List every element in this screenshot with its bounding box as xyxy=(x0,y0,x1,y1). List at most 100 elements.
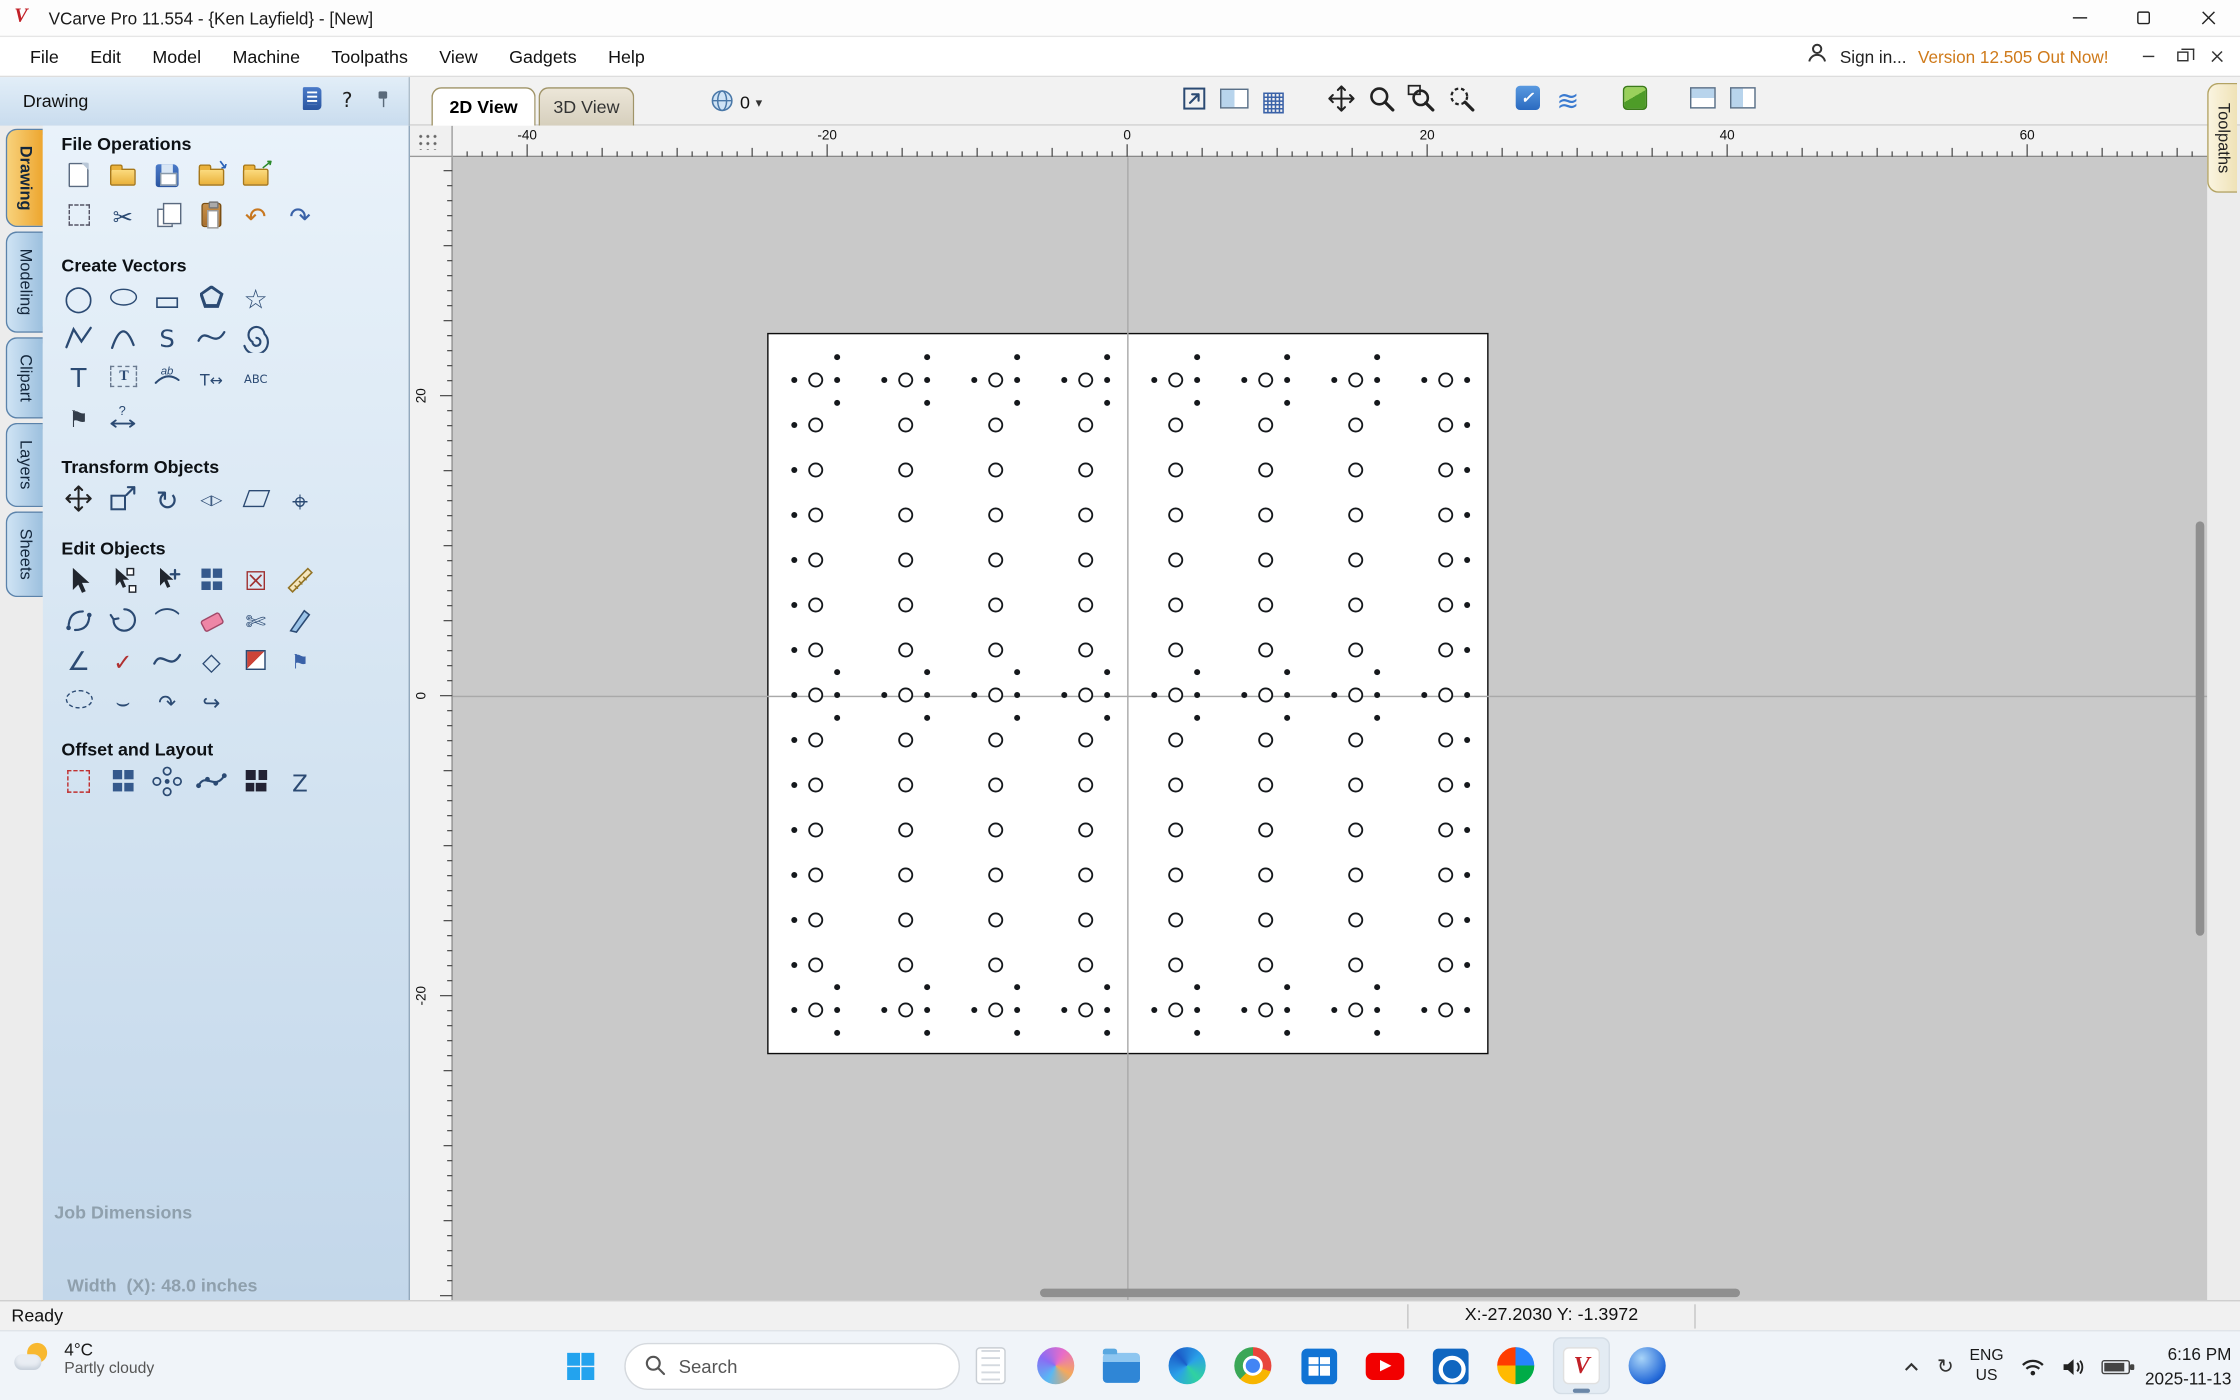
menu-gadgets[interactable]: Gadgets xyxy=(493,37,592,76)
close-button[interactable] xyxy=(2176,0,2240,36)
tool-toggle-3d-view[interactable] xyxy=(1619,84,1652,118)
mdi-minimize-button[interactable] xyxy=(2137,45,2160,68)
tool-lasso-select[interactable] xyxy=(61,686,95,720)
menu-machine[interactable]: Machine xyxy=(217,37,316,76)
tab-toolpaths[interactable]: Toolpaths xyxy=(2207,83,2237,193)
tool-job-setup[interactable] xyxy=(61,201,95,235)
tool-zoom-window[interactable] xyxy=(1404,84,1437,118)
tool-paste[interactable] xyxy=(194,201,228,235)
minimize-button[interactable] xyxy=(2047,0,2111,36)
tool-circular-copy[interactable] xyxy=(150,767,184,801)
tool-fillet-corners[interactable]: ⌒ xyxy=(150,606,184,640)
sidebar-tab-modeling[interactable]: Modeling xyxy=(6,232,43,333)
tool-curve-fit[interactable] xyxy=(150,646,184,680)
tool-angle-tool[interactable]: ∠ xyxy=(61,646,95,680)
tool-interactive-move[interactable] xyxy=(150,566,184,600)
tool-node-editing[interactable] xyxy=(106,566,140,600)
drawing-canvas[interactable] xyxy=(453,157,2207,1300)
taskbar-clock[interactable]: 6:16 PM 2025-11-13 xyxy=(2145,1343,2231,1389)
tool-dimensions[interactable]: ? xyxy=(106,403,140,437)
tool-export-vectors[interactable] xyxy=(239,161,273,195)
sidebar-tab-layers[interactable]: Layers xyxy=(6,423,43,507)
tool-snap-toggle[interactable] xyxy=(1511,84,1544,118)
tray-chevron-icon[interactable] xyxy=(1901,1356,1921,1376)
taskbar-edge[interactable] xyxy=(1159,1337,1216,1394)
tool-multi-sheet-view[interactable] xyxy=(1217,84,1250,118)
tool-import-vectors[interactable] xyxy=(194,161,228,195)
tool-draw-polygon[interactable] xyxy=(194,283,228,317)
tool-zoom-drawing[interactable] xyxy=(1177,84,1210,118)
tool-tile-vertical[interactable] xyxy=(1726,84,1759,118)
tool-guides-toggle[interactable]: ≋ xyxy=(1551,84,1584,118)
tool-draw-polyline[interactable] xyxy=(61,323,95,357)
tool-measure-objects[interactable] xyxy=(283,566,317,600)
mdi-close-button[interactable] xyxy=(2206,45,2229,68)
tool-open-file[interactable] xyxy=(106,161,140,195)
taskbar-youtube[interactable] xyxy=(1356,1337,1413,1394)
sheet-selector[interactable]: 0 ▾ xyxy=(710,87,762,118)
tool-save-file[interactable] xyxy=(150,161,184,195)
sidebar-tab-drawing[interactable]: Drawing xyxy=(6,129,43,228)
taskbar-chrome[interactable] xyxy=(1224,1337,1281,1394)
taskbar-outlook[interactable] xyxy=(1421,1337,1478,1394)
tool-mirror-selection[interactable]: ◁▷ xyxy=(194,484,228,518)
tool-redo[interactable]: ↷ xyxy=(283,201,317,235)
tool-close-vectors[interactable] xyxy=(106,606,140,640)
tool-copy-objects[interactable] xyxy=(194,566,228,600)
tool-shape-editor[interactable]: ◇ xyxy=(194,646,228,680)
tool-flag-tool[interactable]: ⚑ xyxy=(283,646,317,680)
tool-text-on-curve[interactable]: ab xyxy=(150,363,184,397)
tool-trace-bitmap[interactable]: ⚑ xyxy=(61,403,95,437)
tool-new-file[interactable] xyxy=(61,161,95,195)
tool-curve-tool-1[interactable]: ⌣ xyxy=(106,686,140,720)
tool-draw-text[interactable]: T xyxy=(61,363,95,397)
tool-undo[interactable]: ↶ xyxy=(239,201,273,235)
sidebar-tab-clipart[interactable]: Clipart xyxy=(6,337,43,419)
tool-draw-curve[interactable]: S xyxy=(150,323,184,357)
top-ruler[interactable]: -40-200204060 xyxy=(453,126,2207,157)
tool-fill-tool[interactable] xyxy=(239,646,273,680)
horizontal-scrollbar[interactable] xyxy=(1040,1289,1740,1298)
tool-select-vectors[interactable] xyxy=(61,566,95,600)
tool-knife-tool[interactable] xyxy=(283,606,317,640)
tool-help[interactable]: ? xyxy=(334,89,360,115)
tool-auto-text[interactable]: ABC xyxy=(239,363,273,397)
tool-text-spacing[interactable]: T↔ xyxy=(194,363,228,397)
tool-nesting[interactable] xyxy=(239,767,273,801)
volume-icon[interactable] xyxy=(2061,1356,2085,1376)
tool-distort-selection[interactable] xyxy=(239,484,273,518)
tab-3d-view[interactable]: 3D View xyxy=(539,87,635,126)
battery-icon[interactable] xyxy=(2101,1359,2130,1373)
taskbar-browser[interactable] xyxy=(1619,1337,1676,1394)
tool-zoom-interactive[interactable] xyxy=(1364,84,1397,118)
taskbar-search[interactable]: Search xyxy=(624,1343,960,1390)
menu-help[interactable]: Help xyxy=(592,37,660,76)
taskbar-file-explorer[interactable] xyxy=(1093,1337,1150,1394)
maximize-button[interactable] xyxy=(2111,0,2175,36)
tool-draw-ellipse[interactable] xyxy=(106,283,140,317)
tool-draw-arc[interactable] xyxy=(106,323,140,357)
tool-pin-panel[interactable] xyxy=(370,89,396,115)
taskbar-notepad[interactable] xyxy=(961,1337,1018,1394)
tool-draw-spiral[interactable] xyxy=(239,323,273,357)
wifi-icon[interactable] xyxy=(2019,1356,2045,1376)
left-ruler[interactable]: 200-20 xyxy=(410,157,453,1300)
taskbar-store[interactable] xyxy=(1290,1337,1347,1394)
tool-curve-tool-3[interactable]: ↪ xyxy=(194,686,228,720)
tool-copy[interactable] xyxy=(150,201,184,235)
tool-cut-vectors[interactable]: ✄ xyxy=(239,606,273,640)
tool-cut[interactable]: ✂ xyxy=(106,201,140,235)
version-link[interactable]: Version 12.505 Out Now! xyxy=(1918,46,2109,66)
tab-2d-view[interactable]: 2D View xyxy=(431,87,535,126)
tool-offset-vectors[interactable] xyxy=(61,767,95,801)
taskbar-copilot[interactable] xyxy=(1027,1337,1084,1394)
tool-set-size[interactable] xyxy=(106,484,140,518)
tool-rotate-selection[interactable]: ↻ xyxy=(150,484,184,518)
language-indicator[interactable]: ENG US xyxy=(1970,1348,2004,1386)
tool-align-objects[interactable]: ⌖ xyxy=(283,484,317,518)
tool-draw-circle[interactable]: ◯ xyxy=(61,283,95,317)
tool-join-vectors[interactable] xyxy=(61,606,95,640)
tool-draw-freehand[interactable] xyxy=(194,323,228,357)
tool-delete-objects[interactable]: ☒ xyxy=(239,566,273,600)
tool-vector-validator[interactable]: ✓ xyxy=(106,646,140,680)
